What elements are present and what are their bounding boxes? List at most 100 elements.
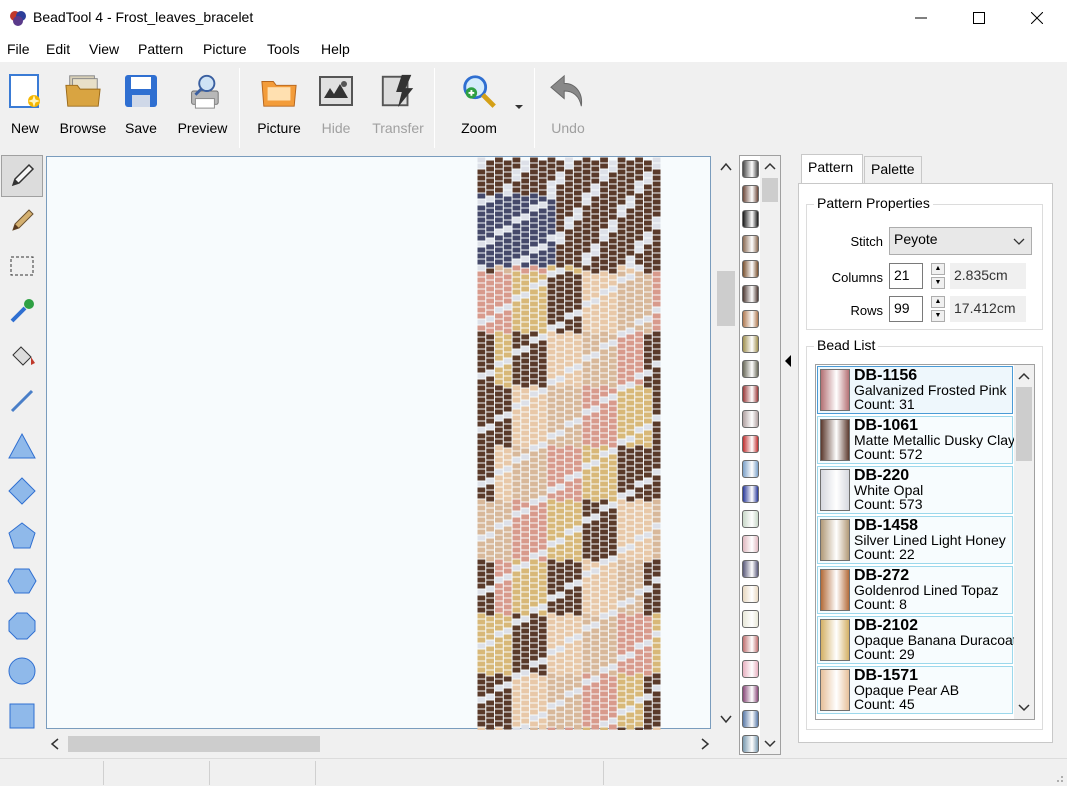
bead[interactable] (495, 607, 503, 613)
bead[interactable] (635, 625, 643, 631)
bead[interactable] (477, 487, 486, 493)
rows-stepper[interactable]: ▲ ▼ (931, 296, 945, 322)
bead[interactable] (547, 541, 556, 547)
bead[interactable] (617, 157, 626, 163)
bead[interactable] (495, 409, 503, 415)
bead[interactable] (477, 589, 486, 595)
bead[interactable] (573, 370, 582, 376)
bead[interactable] (608, 646, 617, 652)
bead[interactable] (503, 292, 512, 298)
bead[interactable] (503, 166, 512, 172)
bead[interactable] (486, 442, 495, 448)
bead[interactable] (617, 349, 626, 355)
bead[interactable] (477, 295, 486, 301)
bead[interactable] (600, 649, 608, 655)
bead[interactable] (608, 184, 617, 190)
bead[interactable] (617, 181, 626, 187)
bead[interactable] (477, 271, 486, 277)
bead[interactable] (477, 445, 486, 451)
bead[interactable] (643, 376, 652, 382)
bead[interactable] (582, 205, 591, 211)
bead[interactable] (573, 562, 582, 568)
bead[interactable] (495, 595, 503, 601)
bead[interactable] (582, 337, 591, 343)
bead[interactable] (556, 628, 565, 634)
bead[interactable] (477, 475, 486, 481)
picture-button[interactable]: Picture (253, 70, 305, 150)
bead[interactable] (512, 475, 521, 481)
bead[interactable] (556, 400, 565, 406)
bead[interactable] (547, 157, 556, 163)
bead[interactable] (591, 454, 600, 460)
bead[interactable] (495, 175, 503, 181)
bead[interactable] (635, 583, 643, 589)
bead[interactable] (608, 430, 617, 436)
bead[interactable] (530, 409, 538, 415)
bead[interactable] (521, 382, 530, 388)
bead[interactable] (512, 355, 521, 361)
bead[interactable] (600, 625, 608, 631)
bead[interactable] (608, 400, 617, 406)
bead[interactable] (530, 493, 538, 499)
bead[interactable] (512, 481, 521, 487)
bead[interactable] (503, 376, 512, 382)
bead[interactable] (538, 664, 547, 670)
bead[interactable] (643, 424, 652, 430)
bead[interactable] (617, 613, 626, 619)
bead[interactable] (652, 481, 661, 487)
bead[interactable] (495, 541, 503, 547)
bead[interactable] (582, 619, 591, 625)
bead[interactable] (573, 418, 582, 424)
bead[interactable] (530, 481, 538, 487)
bead[interactable] (565, 691, 573, 697)
bead[interactable] (521, 460, 530, 466)
bead[interactable] (608, 598, 617, 604)
bead[interactable] (626, 274, 635, 280)
bead[interactable] (608, 412, 617, 418)
bead[interactable] (652, 523, 661, 529)
bead[interactable] (600, 313, 608, 319)
bead[interactable] (626, 430, 635, 436)
bead[interactable] (530, 505, 538, 511)
bead[interactable] (521, 172, 530, 178)
bead[interactable] (652, 445, 661, 451)
bead[interactable] (547, 715, 556, 721)
bead[interactable] (521, 652, 530, 658)
bead[interactable] (626, 502, 635, 508)
bead[interactable] (521, 160, 530, 166)
bead[interactable] (635, 367, 643, 373)
bead[interactable] (626, 478, 635, 484)
bead[interactable] (617, 571, 626, 577)
bead[interactable] (617, 385, 626, 391)
bead[interactable] (617, 271, 626, 277)
bead[interactable] (503, 268, 512, 274)
bead[interactable] (512, 379, 521, 385)
bead[interactable] (591, 556, 600, 562)
bead[interactable] (556, 286, 565, 292)
bead[interactable] (530, 577, 538, 583)
bead[interactable] (556, 562, 565, 568)
bead[interactable] (512, 691, 521, 697)
bead[interactable] (643, 466, 652, 472)
bead[interactable] (626, 400, 635, 406)
bead[interactable] (495, 343, 503, 349)
bead[interactable] (556, 304, 565, 310)
bead[interactable] (626, 688, 635, 694)
bead[interactable] (608, 268, 617, 274)
bead[interactable] (477, 433, 486, 439)
bead[interactable] (600, 259, 608, 265)
bead[interactable] (600, 295, 608, 301)
bead[interactable] (626, 244, 635, 250)
bead[interactable] (600, 385, 608, 391)
bead[interactable] (591, 550, 600, 556)
bead[interactable] (608, 484, 617, 490)
bead[interactable] (635, 643, 643, 649)
bead[interactable] (477, 559, 486, 565)
bead[interactable] (556, 658, 565, 664)
bead[interactable] (582, 661, 591, 667)
bead[interactable] (556, 502, 565, 508)
bead[interactable] (573, 274, 582, 280)
bead[interactable] (547, 403, 556, 409)
bead[interactable] (565, 697, 573, 703)
bead[interactable] (600, 685, 608, 691)
